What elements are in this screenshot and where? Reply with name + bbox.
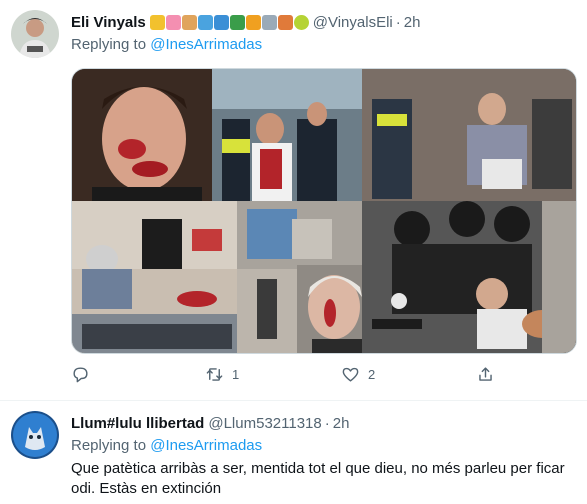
ribbon-icon bbox=[149, 14, 165, 30]
avatar[interactable] bbox=[11, 10, 59, 58]
sailboat-icon bbox=[277, 14, 293, 30]
tweet[interactable]: Llum#lulu llibertad @Llum53211318 · 2h R… bbox=[0, 401, 587, 504]
tweet-header: Llum#lulu llibertad @Llum53211318 · 2h bbox=[71, 413, 575, 433]
tennis-icon bbox=[293, 14, 309, 30]
like-button[interactable]: 2 bbox=[341, 365, 375, 384]
retweet-count: 1 bbox=[232, 367, 240, 382]
share-button[interactable] bbox=[476, 365, 495, 384]
display-name[interactable]: Llum#lulu llibertad bbox=[71, 415, 204, 432]
avatar[interactable] bbox=[11, 411, 59, 459]
tulip-icon bbox=[165, 14, 181, 30]
tweet[interactable]: Eli Vinyals @VinyalsEli · 2h Replying to… bbox=[0, 0, 587, 401]
reply-button[interactable] bbox=[71, 365, 98, 384]
dog-icon bbox=[181, 14, 197, 30]
collage-image bbox=[72, 69, 576, 353]
like-icon bbox=[342, 367, 359, 382]
tent-icon bbox=[245, 14, 261, 30]
retweet-icon bbox=[206, 368, 223, 381]
tweet-text: Que patètica arribàs a ser, mentida tot … bbox=[71, 460, 565, 497]
media-collage[interactable] bbox=[71, 68, 577, 354]
tree-icon bbox=[229, 14, 245, 30]
separator-dot: · bbox=[324, 414, 330, 432]
retweet-button[interactable]: 1 bbox=[205, 365, 239, 384]
replying-to: Replying to @InesArrimadas bbox=[71, 36, 262, 53]
share-icon bbox=[479, 367, 492, 381]
replying-to: Replying to @InesArrimadas bbox=[71, 437, 262, 454]
replying-prefix: Replying to bbox=[71, 437, 151, 454]
timestamp[interactable]: 2h bbox=[404, 14, 421, 31]
whale-icon bbox=[213, 14, 229, 30]
timestamp[interactable]: 2h bbox=[333, 415, 350, 432]
separator-dot: · bbox=[395, 13, 401, 31]
tweet-actions: 1 2 bbox=[71, 365, 541, 387]
tweet-header: Eli Vinyals @VinyalsEli · 2h bbox=[71, 12, 575, 32]
user-handle[interactable]: @VinyalsEli bbox=[313, 14, 393, 31]
display-name[interactable]: Eli Vinyals bbox=[71, 14, 146, 31]
replying-to-link[interactable]: @InesArrimadas bbox=[150, 437, 262, 454]
like-count: 2 bbox=[368, 367, 376, 382]
dolphin-icon bbox=[197, 14, 213, 30]
replying-to-link[interactable]: @InesArrimadas bbox=[150, 36, 262, 53]
user-handle[interactable]: @Llum53211318 bbox=[208, 415, 321, 432]
name-emojis bbox=[149, 14, 309, 30]
airplane-icon bbox=[261, 14, 277, 30]
reply-icon bbox=[73, 367, 88, 383]
replying-prefix: Replying to bbox=[71, 36, 151, 53]
